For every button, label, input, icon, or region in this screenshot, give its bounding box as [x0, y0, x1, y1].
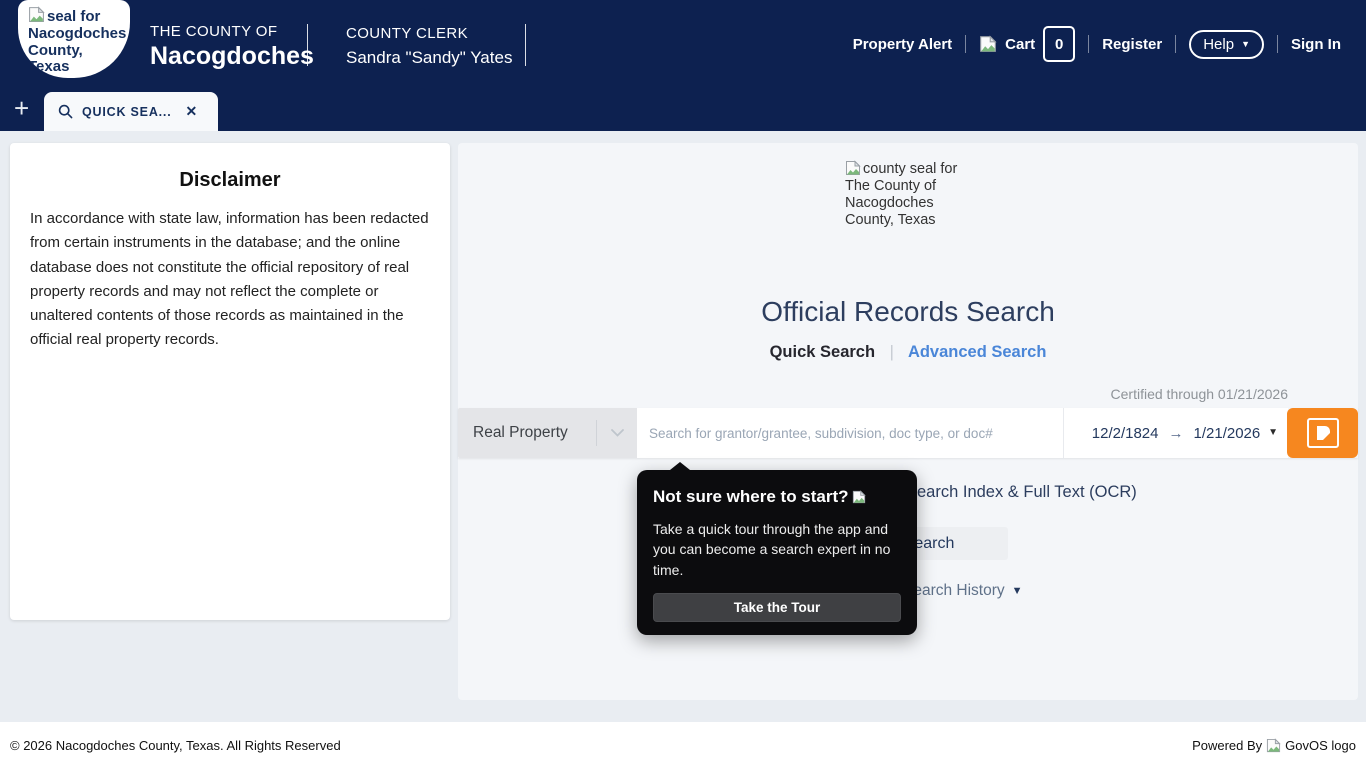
cart-broken-image-icon [979, 35, 997, 53]
help-dropdown[interactable]: Help ▼ [1189, 30, 1264, 59]
close-icon[interactable]: ✕ [185, 103, 197, 120]
disclaimer-text: In accordance with state law, informatio… [30, 207, 430, 353]
header-actions: Property Alert Cart 0 Register Help ▼ Si… [853, 0, 1341, 88]
search-icon [58, 104, 73, 119]
powered-by: Powered By GovOS logo [1192, 738, 1356, 753]
tooltip-title: Not sure where to start? [653, 487, 901, 507]
advanced-search-tab[interactable]: Advanced Search [908, 343, 1046, 361]
search-scope-label[interactable]: Search Index & Full Text (OCR) [906, 483, 1137, 502]
tab-quick-search[interactable]: QUICK SEA... ✕ [44, 92, 218, 131]
tooltip-title-text: Not sure where to start? [653, 487, 849, 507]
search-button-broken-image-icon [1307, 418, 1339, 448]
broken-image-icon [852, 490, 866, 504]
clerk-name: Sandra "Sandy" Yates [346, 48, 512, 68]
tour-tooltip: Not sure where to start? Take a quick to… [637, 470, 917, 635]
govos-broken-image-icon [1266, 738, 1281, 753]
cart-button[interactable]: Cart 0 [979, 26, 1075, 62]
disclaimer-title: Disclaimer [10, 169, 450, 192]
tab-label: QUICK SEA... [82, 105, 171, 119]
app: seal for Nacogdoches County, Texas THE C… [0, 0, 1366, 768]
govos-logo-alt-text: GovOS logo [1285, 738, 1356, 753]
county-name: Nacogdoches [150, 42, 314, 71]
broken-image-icon [845, 160, 861, 176]
date-range-picker[interactable]: 12/2/1824 → 1/21/2026 ▼ [1063, 408, 1288, 458]
chevron-down-icon: ▼ [1241, 40, 1250, 49]
tooltip-arrow [670, 462, 690, 470]
broken-image-icon [28, 6, 45, 23]
date-to-value[interactable]: 1/21/2026 [1194, 425, 1261, 442]
new-tab-button[interactable]: + [14, 93, 29, 124]
take-the-tour-button[interactable]: Take the Tour [653, 593, 901, 622]
county-seal-placeholder: seal for Nacogdoches County, Texas [18, 0, 130, 78]
cart-label: Cart [1005, 36, 1035, 53]
sign-in-link[interactable]: Sign In [1291, 36, 1341, 53]
chevron-down-icon: ▼ [1268, 428, 1278, 438]
action-separator [1277, 35, 1278, 53]
disclaimer-card: Disclaimer In accordance with state law,… [10, 143, 450, 620]
header: seal for Nacogdoches County, Texas THE C… [0, 0, 1366, 88]
seal-alt-text: county seal for The County of Nacogdoche… [845, 161, 957, 228]
search-bar: Real Property 12/2/1824 → 1/21/2026 ▼ [458, 408, 1358, 458]
county-title: THE COUNTY OF Nacogdoches [150, 23, 314, 71]
date-from-value[interactable]: 12/2/1824 [1092, 425, 1159, 442]
search-mode-nav: Quick Search | Advanced Search [458, 343, 1358, 362]
search-history-toggle[interactable]: Search History ▼ [903, 582, 1023, 600]
clerk-label: COUNTY CLERK [346, 25, 512, 42]
tab-bar: + QUICK SEA... ✕ [0, 88, 1366, 131]
header-divider [307, 24, 308, 66]
county-seal-placeholder-main: county seal for The County of Nacogdoche… [845, 160, 975, 229]
certified-through-text: Certified through 01/21/2026 [1111, 386, 1288, 402]
chevron-down-icon [596, 420, 637, 446]
category-selected-value: Real Property [473, 424, 596, 442]
action-separator [1088, 35, 1089, 53]
clerk-title: COUNTY CLERK Sandra "Sandy" Yates [346, 25, 512, 68]
copyright-text: © 2026 Nacogdoches County, Texas. All Ri… [10, 738, 341, 753]
arrow-right-icon: → [1169, 425, 1184, 442]
county-label: THE COUNTY OF [150, 23, 314, 40]
action-separator [1175, 35, 1176, 53]
property-alert-link[interactable]: Property Alert [853, 36, 952, 53]
tooltip-body: Take a quick tour through the app and yo… [653, 519, 901, 580]
header-divider [525, 24, 526, 66]
quick-search-tab[interactable]: Quick Search [770, 343, 875, 361]
page-title: Official Records Search [458, 296, 1358, 328]
search-input[interactable] [637, 408, 1063, 458]
category-dropdown[interactable]: Real Property [458, 408, 637, 458]
help-label: Help [1203, 36, 1234, 53]
chevron-down-icon: ▼ [1012, 586, 1023, 597]
nav-divider: | [890, 343, 894, 361]
search-history-label: Search History [903, 582, 1005, 600]
footer: © 2026 Nacogdoches County, Texas. All Ri… [0, 722, 1366, 768]
cart-count-badge: 0 [1043, 26, 1075, 62]
register-link[interactable]: Register [1102, 36, 1162, 53]
action-separator [965, 35, 966, 53]
search-submit-button[interactable] [1287, 408, 1358, 458]
powered-by-label: Powered By [1192, 738, 1262, 753]
